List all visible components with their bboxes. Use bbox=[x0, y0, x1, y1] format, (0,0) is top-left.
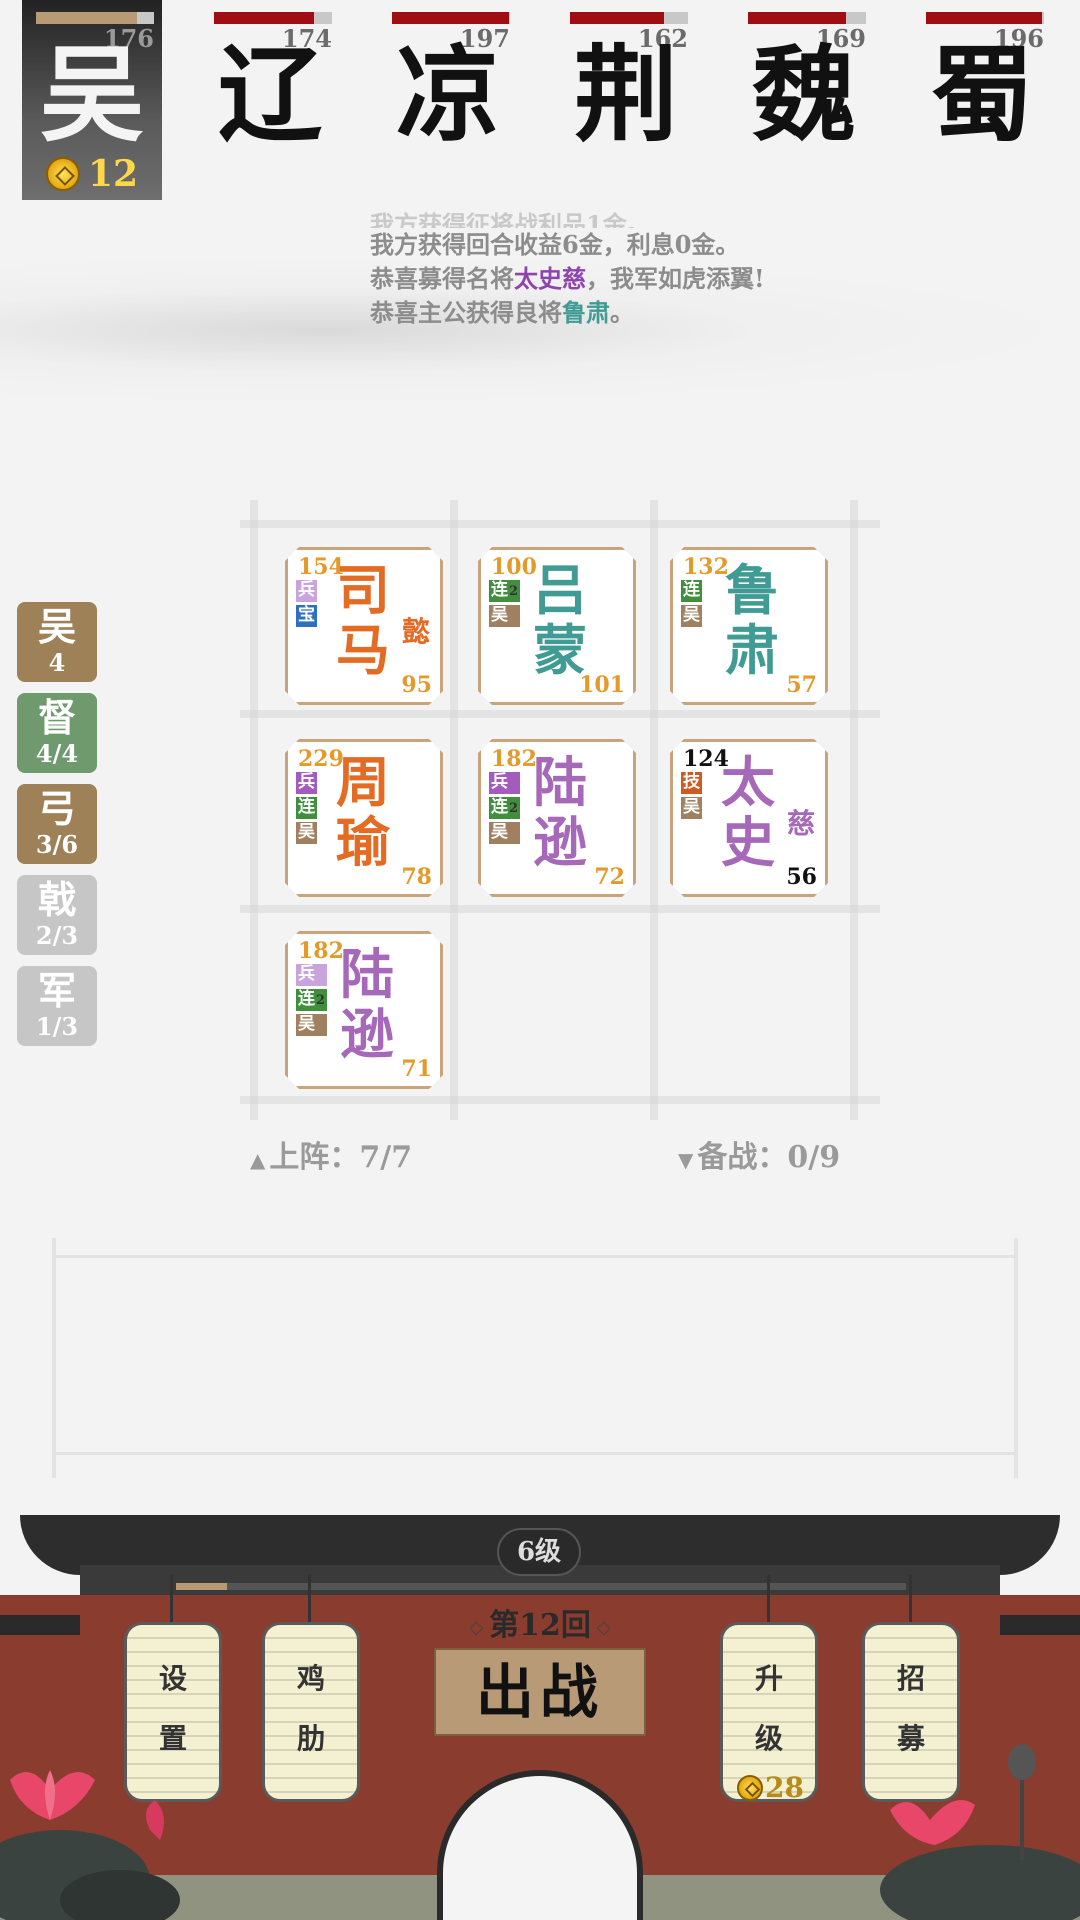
unit-card[interactable]: 182 兵 连2 吴 陆逊 71 bbox=[285, 931, 443, 1089]
faction-shu[interactable]: 196 蜀 bbox=[912, 0, 1052, 200]
unit-name: 太史 bbox=[721, 750, 775, 874]
unit-power: 56 bbox=[786, 864, 817, 890]
level-badge: 6级 bbox=[497, 1528, 581, 1576]
unit-cost: 182 bbox=[298, 938, 344, 964]
unit-card[interactable]: 100 连2 吴 吕蒙 101 bbox=[478, 547, 636, 705]
unit-power: 57 bbox=[786, 672, 817, 698]
bond-du[interactable]: 督 4/4 bbox=[17, 693, 97, 773]
trait-tag: 吴 bbox=[489, 605, 520, 627]
faction-hp-bar bbox=[36, 12, 154, 24]
jile-button[interactable]: 鸡肋 bbox=[262, 1622, 360, 1802]
unit-name-suffix: 懿 bbox=[401, 615, 430, 648]
faction-bar: 176 吴 12 174 辽 197 凉 162 荆 169 魏 196 蜀 bbox=[0, 0, 1080, 205]
unit-cost: 132 bbox=[683, 554, 729, 580]
trait-tag: 兵 bbox=[296, 964, 327, 986]
unit-power: 101 bbox=[579, 672, 625, 698]
trait-tag: 连2 bbox=[491, 580, 519, 600]
coin-icon bbox=[737, 1774, 763, 1801]
faction-wu: 176 吴 12 bbox=[22, 0, 162, 200]
upgrade-button[interactable]: 升级 28 bbox=[720, 1622, 818, 1804]
trait-tag: 连 bbox=[683, 580, 700, 600]
unit-name: 陆逊 bbox=[533, 750, 587, 874]
faction-jing[interactable]: 162 荆 bbox=[556, 0, 696, 200]
lotus-left-decoration bbox=[0, 1770, 180, 1920]
trait-tag: 吴 bbox=[296, 1014, 327, 1036]
log-hero-name: 鲁肃 bbox=[562, 298, 610, 327]
battle-log[interactable]: 我方获得征将战利品1金。 我方获得回合收益6金，利息0金。 恭喜募得名将太史慈，… bbox=[370, 210, 1010, 330]
faction-name: 凉 bbox=[395, 33, 500, 156]
triangle-up-icon: ▲ bbox=[250, 1148, 266, 1172]
faction-hp-bar bbox=[214, 12, 332, 24]
unit-name: 鲁肃 bbox=[725, 558, 779, 682]
unit-card[interactable]: 154 兵 宝 司马 懿 95 bbox=[285, 547, 443, 705]
log-line: 我方获得回合收益6金，利息0金。 bbox=[370, 230, 740, 259]
trait-tag: 吴 bbox=[298, 822, 315, 842]
bench-area[interactable] bbox=[52, 1238, 1018, 1478]
trait-tag: 连 bbox=[298, 797, 315, 817]
trait-tag: 兵 bbox=[298, 580, 315, 600]
unit-power: 72 bbox=[594, 864, 625, 890]
faction-liao[interactable]: 174 辽 bbox=[200, 0, 340, 200]
unit-name: 周瑜 bbox=[336, 750, 390, 874]
unit-cost: 100 bbox=[491, 554, 537, 580]
unit-power: 95 bbox=[401, 672, 432, 698]
faction-liang[interactable]: 197 凉 bbox=[378, 0, 518, 200]
unit-name: 陆逊 bbox=[340, 942, 394, 1066]
gold-value: 12 bbox=[88, 153, 139, 195]
faction-hp-bar bbox=[748, 12, 866, 24]
unit-name: 司马 bbox=[336, 558, 390, 682]
log-line-faded: 我方获得征将战利品1金。 bbox=[370, 210, 651, 228]
trait-tag: 兵 bbox=[489, 772, 520, 794]
trait-tag: 连2 bbox=[298, 989, 326, 1009]
faction-hp-bar bbox=[392, 12, 510, 24]
coin-icon bbox=[46, 157, 80, 191]
log-line: 恭喜主公获得良将鲁肃。 bbox=[370, 298, 634, 327]
trait-tag: 宝 bbox=[298, 605, 315, 625]
faction-hp-bar bbox=[926, 12, 1044, 24]
trait-tag: 连2 bbox=[491, 797, 519, 817]
deploy-count: ▲ 上阵：7/7 bbox=[250, 1140, 413, 1175]
round-label: 第12回 bbox=[400, 1600, 680, 1644]
faction-wei[interactable]: 169 魏 bbox=[734, 0, 874, 200]
faction-name: 蜀 bbox=[929, 33, 1034, 156]
reserve-count: ▼ 备战：0/9 bbox=[678, 1140, 841, 1175]
bond-gong[interactable]: 弓 3/6 bbox=[17, 784, 97, 864]
trait-tag: 兵 bbox=[298, 772, 315, 792]
lotus-right-decoration bbox=[880, 1744, 1080, 1920]
trait-tag: 技 bbox=[683, 772, 700, 792]
bond-jun[interactable]: 军 1/3 bbox=[17, 966, 97, 1046]
unit-name: 吕蒙 bbox=[533, 558, 587, 682]
trait-tag: 吴 bbox=[683, 605, 700, 625]
unit-name-suffix: 慈 bbox=[786, 807, 815, 840]
unit-card[interactable]: 132 连 吴 鲁肃 57 bbox=[670, 547, 828, 705]
log-line: 恭喜募得名将太史慈，我军如虎添翼! bbox=[370, 264, 765, 293]
unit-card[interactable]: 182 兵 连2 吴 陆逊 72 bbox=[478, 739, 636, 897]
trait-tag: 吴 bbox=[683, 797, 700, 817]
trait-tag: 吴 bbox=[489, 822, 520, 844]
unit-power: 78 bbox=[401, 864, 432, 890]
faction-name: 荆 bbox=[573, 33, 678, 156]
bond-ji[interactable]: 戟 2/3 bbox=[17, 875, 97, 955]
xp-bar bbox=[176, 1583, 906, 1590]
unit-card[interactable]: 124 技 吴 太史 慈 56 bbox=[670, 739, 828, 897]
faction-hp-bar bbox=[570, 12, 688, 24]
faction-name: 魏 bbox=[751, 33, 856, 156]
upgrade-cost: 28 bbox=[737, 1771, 804, 1804]
faction-name: 辽 bbox=[217, 33, 322, 156]
unit-card[interactable]: 229 兵 连 吴 周瑜 78 bbox=[285, 739, 443, 897]
bond-wu[interactable]: 吴4 bbox=[17, 602, 97, 682]
unit-power: 71 bbox=[401, 1056, 432, 1082]
triangle-down-icon: ▼ bbox=[678, 1148, 694, 1172]
faction-name: 吴 bbox=[39, 33, 144, 156]
gold-counter: 12 bbox=[46, 152, 138, 196]
fight-button[interactable]: 出战 bbox=[434, 1648, 646, 1736]
unit-cost: 182 bbox=[491, 746, 537, 772]
log-hero-name: 太史慈 bbox=[514, 264, 586, 293]
